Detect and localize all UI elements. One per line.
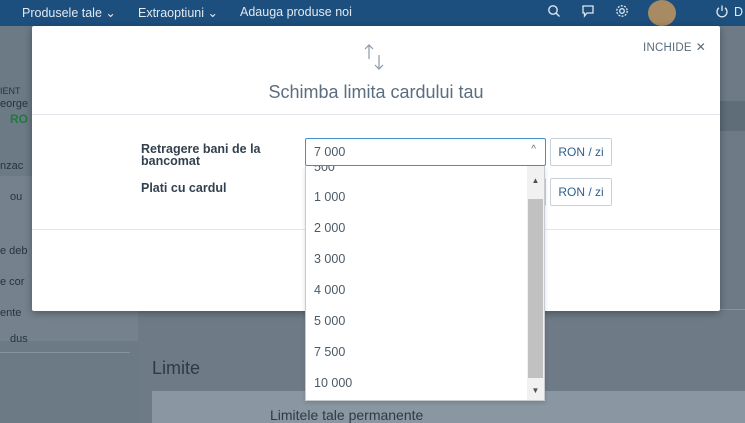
card-payments-unit-label: RON / zi: [550, 178, 612, 206]
sidebar-label-7: e cor: [0, 276, 25, 288]
modal-divider-top: [32, 114, 720, 115]
chevron-up-icon: ^: [531, 144, 536, 155]
gear-icon[interactable]: [614, 4, 630, 20]
option-2000[interactable]: 2 000: [306, 213, 528, 244]
sidebar-label-1: IENT: [0, 86, 21, 96]
close-icon: ✕: [695, 40, 706, 54]
option-500[interactable]: 500: [306, 166, 528, 183]
modal-title: Schimba limita cardului tau: [268, 82, 484, 102]
avatar[interactable]: [648, 0, 676, 26]
atm-limit-select[interactable]: 7 000 ^: [305, 138, 546, 166]
sidebar-label-9: dus: [10, 333, 28, 345]
close-button[interactable]: INCHIDE ✕: [643, 40, 706, 54]
scrollbar-thumb[interactable]: [528, 199, 543, 378]
sidebar-label-3: RO: [10, 112, 28, 126]
nav-adauga-produse[interactable]: Adauga produse noi: [240, 5, 352, 19]
top-navigation: Produsele tale ⌄ Extraoptiuni ⌄ Adauga p…: [0, 0, 745, 26]
power-icon[interactable]: [714, 4, 730, 20]
option-10000[interactable]: 10 000: [306, 368, 528, 399]
option-3000[interactable]: 3 000: [306, 244, 528, 275]
search-icon[interactable]: [546, 4, 562, 20]
atm-limit-value: 7 000: [314, 145, 346, 159]
atm-withdrawal-label: Retragere bani de la bancomat: [141, 142, 261, 168]
card-payments-label: Plati cu cardul: [141, 181, 227, 195]
sidebar-divider: [0, 352, 130, 353]
atm-limit-options-list[interactable]: 500 1 000 2 000 3 000 4 000 5 000 7 500 …: [305, 166, 545, 401]
option-7500[interactable]: 7 500: [306, 337, 528, 368]
option-1000[interactable]: 1 000: [306, 182, 528, 213]
arrows-up-down-icon: [362, 42, 386, 72]
option-5000[interactable]: 5 000: [306, 306, 528, 337]
sidebar-label-5: ou: [10, 191, 23, 203]
scroll-up-arrow-icon[interactable]: ▲: [527, 172, 544, 189]
limite-heading: Limite: [152, 358, 201, 378]
chat-icon[interactable]: [580, 4, 596, 20]
sidebar-label-2: eorge: [0, 98, 29, 110]
scroll-down-arrow-icon[interactable]: ▼: [527, 382, 544, 399]
nav-produsele-tale[interactable]: Produsele tale ⌄: [22, 5, 116, 20]
dropdown-scrollbar[interactable]: ▲ ▼: [527, 166, 544, 400]
sidebar-label-4: nzac: [0, 160, 24, 172]
close-label: INCHIDE: [643, 42, 692, 54]
limits-card-title: Limitele tale permanente: [270, 407, 424, 423]
option-4000[interactable]: 4 000: [306, 275, 528, 306]
nav-extraoptiuni[interactable]: Extraoptiuni ⌄: [138, 5, 218, 20]
sidebar-label-8: ente: [0, 307, 22, 319]
power-label: D: [734, 5, 744, 19]
atm-unit-label: RON / zi: [550, 138, 612, 166]
sidebar-label-6: e deb: [0, 245, 28, 257]
